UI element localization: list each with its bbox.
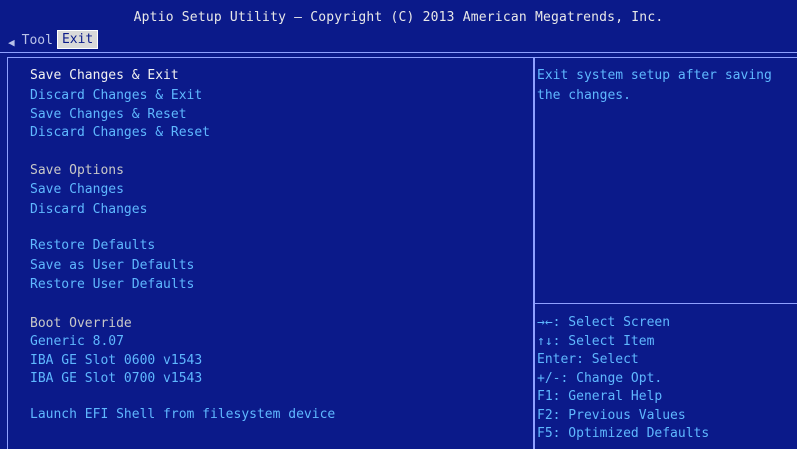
menu-launch-efi-shell[interactable]: Launch EFI Shell from filesystem device: [30, 407, 335, 422]
tab-exit[interactable]: Exit: [56, 30, 99, 49]
header-bar: Aptio Setup Utility – Copyright (C) 2013…: [0, 0, 797, 53]
key-previous-values: F2: Previous Values: [537, 408, 686, 423]
boot-option-iba-0700[interactable]: IBA GE Slot 0700 v1543: [30, 371, 202, 386]
menu-save-changes-reset[interactable]: Save Changes & Reset: [30, 107, 187, 122]
key-enter-select: Enter: Select: [537, 352, 639, 367]
menu-restore-user-defaults[interactable]: Restore User Defaults: [30, 277, 194, 292]
tab-bar: ◀ Tool Exit: [8, 30, 99, 49]
key-optimized-defaults: F5: Optimized Defaults: [537, 426, 710, 441]
menu-discard-changes-reset[interactable]: Discard Changes & Reset: [30, 125, 210, 140]
save-options-label: Save Options: [30, 163, 124, 178]
key-general-help: F1: General Help: [537, 389, 663, 404]
tab-tool[interactable]: Tool: [18, 32, 57, 49]
help-divider: [534, 303, 797, 304]
key-change-opt: +/-: Change Opt.: [537, 371, 663, 386]
boot-override-label: Boot Override: [30, 316, 132, 331]
help-description: Exit system setup after saving the chang…: [537, 68, 772, 103]
menu-restore-defaults[interactable]: Restore Defaults: [30, 238, 155, 253]
menu-save-changes[interactable]: Save Changes: [30, 182, 124, 197]
tab-left-arrow-icon[interactable]: ◀: [8, 36, 15, 49]
boot-option-iba-0600[interactable]: IBA GE Slot 0600 v1543: [30, 353, 202, 368]
key-select-screen: →←: Select Screen: [537, 315, 671, 330]
menu-discard-changes[interactable]: Discard Changes: [30, 202, 147, 217]
boot-option-generic[interactable]: Generic 8.07: [30, 334, 124, 349]
window-title: Aptio Setup Utility – Copyright (C) 2013…: [133, 10, 664, 25]
menu-save-user-defaults[interactable]: Save as User Defaults: [30, 258, 194, 273]
menu-discard-changes-exit[interactable]: Discard Changes & Exit: [30, 88, 202, 103]
menu-save-changes-exit[interactable]: Save Changes & Exit: [30, 68, 179, 83]
key-select-item: ↑↓: Select Item: [537, 334, 655, 349]
